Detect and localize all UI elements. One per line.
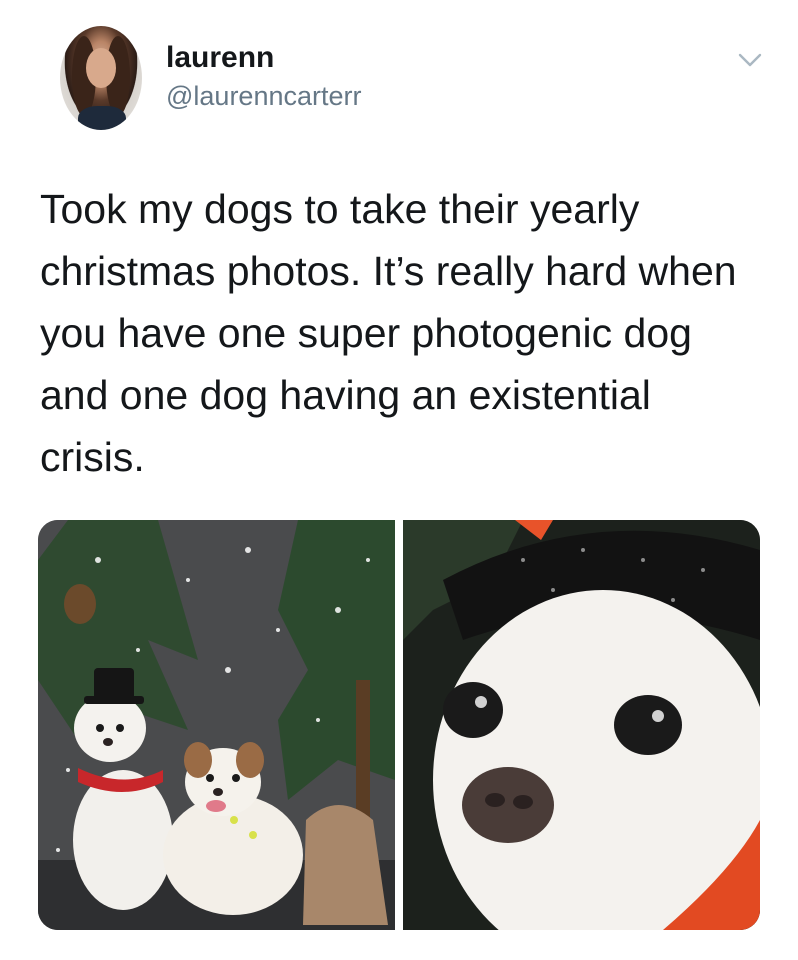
two-dogs-christmas-photo	[38, 520, 395, 930]
user-handle[interactable]: @laurenncarterr	[166, 79, 362, 113]
avatar[interactable]	[60, 26, 142, 130]
tweet-menu-button[interactable]	[734, 44, 766, 76]
chevron-down-icon	[738, 53, 762, 67]
tweet: laurenn @laurenncarterr Took my dogs to …	[0, 0, 798, 960]
tweet-media	[38, 520, 760, 930]
avatar-face	[86, 48, 116, 88]
tweet-header: laurenn @laurenncarterr	[0, 0, 798, 140]
display-name[interactable]: laurenn	[166, 40, 274, 76]
media-photo-two-dogs[interactable]	[38, 520, 395, 930]
media-photo-dog-closeup[interactable]	[403, 520, 760, 930]
tweet-text: Took my dogs to take their yearly christ…	[40, 186, 737, 480]
dog-closeup-photo	[403, 520, 760, 930]
avatar-clothing	[78, 106, 126, 130]
